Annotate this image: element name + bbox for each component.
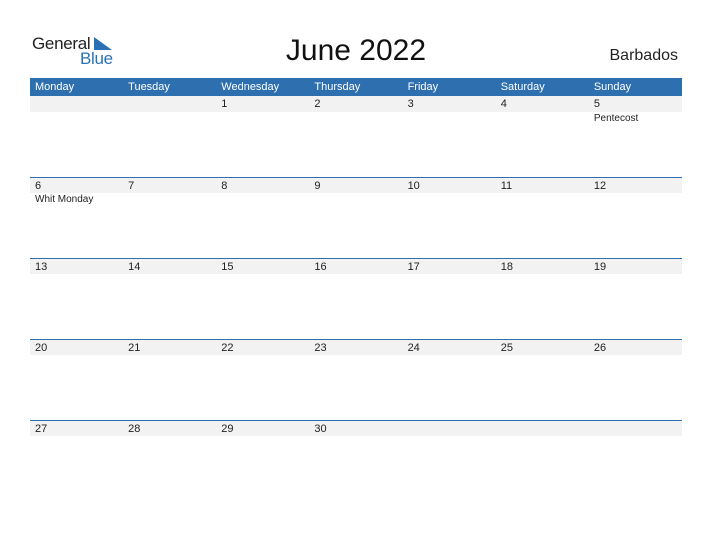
- day-number: 12: [593, 180, 607, 192]
- weekday-header: Monday Tuesday Wednesday Thursday Friday…: [30, 78, 682, 96]
- day-number: [496, 421, 589, 436]
- holiday-label: Pentecost: [593, 113, 639, 124]
- holiday-label: [496, 112, 589, 126]
- week-row: 1 2 3 4 5 Pentecost: [30, 96, 682, 177]
- date-number-row: 6 7 8 9 10 11 12: [30, 177, 682, 193]
- weekday-thursday: Thursday: [314, 81, 361, 93]
- event-row: Whit Monday: [30, 193, 682, 207]
- calendar-title: June 2022: [285, 34, 427, 67]
- day-number: [30, 96, 123, 112]
- day-number: 9: [314, 180, 321, 192]
- weekday-friday: Friday: [407, 81, 439, 93]
- holiday-label: [496, 193, 589, 207]
- day-number: 13: [35, 261, 48, 273]
- day-number: 11: [500, 180, 513, 192]
- day-number: 3: [407, 98, 414, 110]
- date-number-row: 27 28 29 30: [30, 420, 682, 436]
- day-number: 7: [128, 180, 135, 192]
- day-number: 28: [128, 423, 141, 435]
- weekday-saturday: Saturday: [500, 81, 545, 93]
- day-number: [123, 96, 216, 112]
- day-number: 8: [221, 180, 228, 192]
- calendar-grid: Monday Tuesday Wednesday Thursday Friday…: [30, 78, 682, 501]
- day-number: [589, 421, 682, 436]
- day-number: 6: [35, 180, 42, 192]
- holiday-label: [309, 112, 402, 126]
- holiday-label: [403, 112, 496, 126]
- holiday-label: Whit Monday: [35, 194, 94, 205]
- weekday-tuesday: Tuesday: [128, 81, 170, 93]
- holiday-label: [123, 112, 216, 126]
- day-number: 21: [128, 342, 141, 354]
- holiday-label: [589, 193, 682, 207]
- day-number: [403, 421, 496, 436]
- day-number: 16: [314, 261, 327, 273]
- holiday-label: [123, 193, 216, 207]
- day-number: 19: [593, 261, 607, 273]
- holiday-label: [403, 193, 496, 207]
- day-number: 14: [128, 261, 141, 273]
- holiday-label: [30, 112, 123, 126]
- day-number: 4: [500, 98, 507, 110]
- day-number: 17: [407, 261, 420, 273]
- date-number-row: 20 21 22 23 24 25 26: [30, 339, 682, 355]
- day-number: 15: [221, 261, 234, 273]
- day-number: 5: [593, 98, 600, 110]
- weekday-sunday: Sunday: [593, 81, 632, 93]
- day-number: 10: [407, 180, 420, 192]
- week-row: 6 7 8 9 10 11 12 Whit Monday: [30, 177, 682, 258]
- week-row: 27 28 29 30: [30, 420, 682, 501]
- event-row: Pentecost: [30, 112, 682, 126]
- day-number: 22: [221, 342, 234, 354]
- day-number: 20: [35, 342, 48, 354]
- day-number: 23: [314, 342, 327, 354]
- day-number: 1: [221, 98, 228, 110]
- day-number: 29: [221, 423, 234, 435]
- holiday-label: [216, 112, 309, 126]
- day-number: 27: [35, 423, 48, 435]
- day-number: 18: [500, 261, 513, 273]
- holiday-label: [309, 193, 402, 207]
- week-row: 20 21 22 23 24 25 26: [30, 339, 682, 420]
- day-number: 30: [314, 423, 327, 435]
- weekday-monday: Monday: [35, 81, 75, 93]
- week-row: 13 14 15 16 17 18 19: [30, 258, 682, 339]
- day-number: 24: [407, 342, 420, 354]
- date-number-row: 13 14 15 16 17 18 19: [30, 258, 682, 274]
- date-number-row: 1 2 3 4 5: [30, 96, 682, 112]
- weekday-wednesday: Wednesday: [221, 81, 280, 93]
- holiday-label: [216, 193, 309, 207]
- day-number: 2: [314, 98, 321, 110]
- day-number: 25: [500, 342, 513, 354]
- country-label: Barbados: [609, 47, 679, 64]
- day-number: 26: [593, 342, 607, 354]
